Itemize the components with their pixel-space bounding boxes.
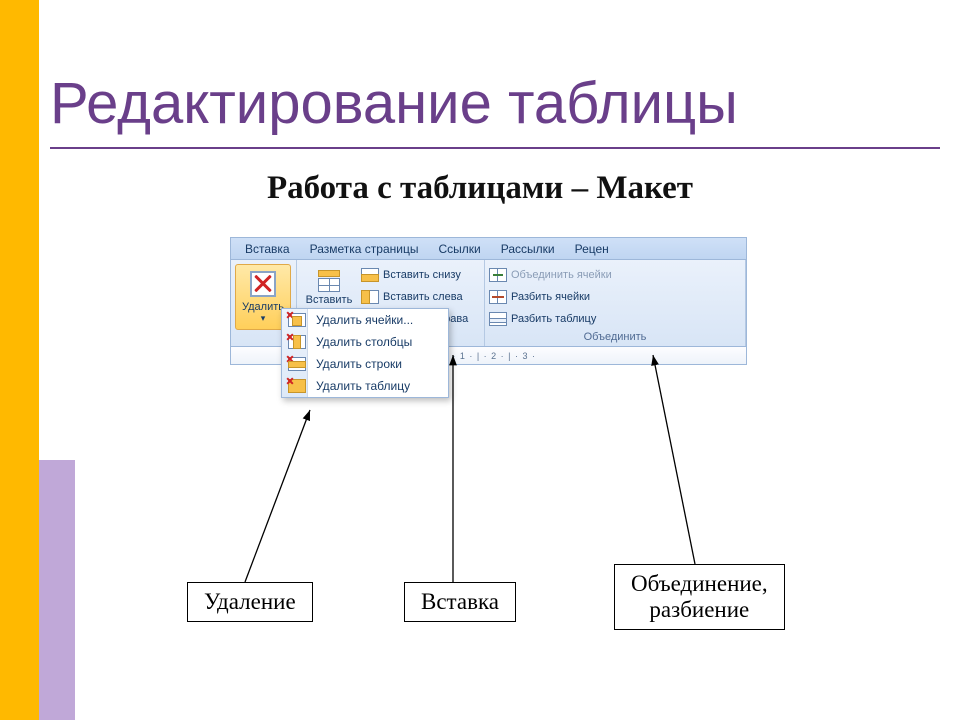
insert-row-above-icon	[316, 268, 342, 294]
decor-strip-lilac	[39, 460, 75, 720]
insert-column-left-icon	[361, 290, 379, 304]
merge-cells-button[interactable]: Объединить ячейки	[489, 265, 741, 285]
group-merge-label: Объединить	[489, 330, 741, 343]
insert-below-button[interactable]: Вставить снизу	[361, 265, 468, 285]
insert-row-below-icon	[361, 268, 379, 282]
delete-table-small-icon	[288, 379, 306, 393]
slide: Редактирование таблицы Работа с таблицам…	[0, 0, 960, 720]
tab-review[interactable]: Рецен	[565, 240, 619, 259]
page-subtitle: Работа с таблицами – Макет	[0, 170, 960, 207]
group-merge: Объединить ячейки Разбить ячейки Разбить…	[485, 260, 746, 346]
page-title: Редактирование таблицы	[50, 70, 940, 137]
callout-insert: Вставка	[404, 582, 516, 622]
insert-left-button[interactable]: Вставить слева	[361, 287, 468, 307]
tab-insert[interactable]: Вставка	[235, 240, 300, 259]
menu-delete-rows[interactable]: Удалить строки	[282, 353, 448, 375]
tab-mailings[interactable]: Рассылки	[491, 240, 565, 259]
split-table-button[interactable]: Разбить таблицу	[489, 309, 741, 329]
ribbon-tabs: Вставка Разметка страницы Ссылки Рассылк…	[230, 237, 747, 259]
group-delete: Удалить ▾ Удалить ячейки... Удалить стол…	[231, 260, 297, 346]
ribbon-screenshot: Вставка Разметка страницы Ссылки Рассылк…	[230, 237, 747, 365]
menu-delete-cells[interactable]: Удалить ячейки...	[282, 309, 448, 331]
delete-table-icon	[248, 269, 278, 299]
split-cells-icon	[489, 290, 507, 304]
menu-delete-columns[interactable]: Удалить столбцы	[282, 331, 448, 353]
delete-button-label: Удалить	[242, 301, 284, 313]
merge-cells-icon	[489, 268, 507, 282]
chevron-down-icon: ▾	[261, 313, 266, 324]
split-table-icon	[489, 312, 507, 326]
title-underline	[50, 147, 940, 149]
delete-columns-icon	[288, 335, 306, 349]
delete-rows-icon	[288, 357, 306, 371]
menu-delete-table[interactable]: Удалить таблицу	[282, 375, 448, 397]
decor-strip-orange	[0, 0, 39, 720]
tab-references[interactable]: Ссылки	[428, 240, 490, 259]
split-cells-button[interactable]: Разбить ячейки	[489, 287, 741, 307]
delete-dropdown-menu: Удалить ячейки... Удалить столбцы Удалит…	[281, 308, 449, 398]
delete-cells-icon	[288, 313, 306, 327]
callout-delete: Удаление	[187, 582, 313, 622]
ribbon-body: Удалить ▾ Удалить ячейки... Удалить стол…	[230, 259, 747, 347]
tab-page-layout[interactable]: Разметка страницы	[300, 240, 429, 259]
callout-merge: Объединение, разбиение	[614, 564, 785, 630]
